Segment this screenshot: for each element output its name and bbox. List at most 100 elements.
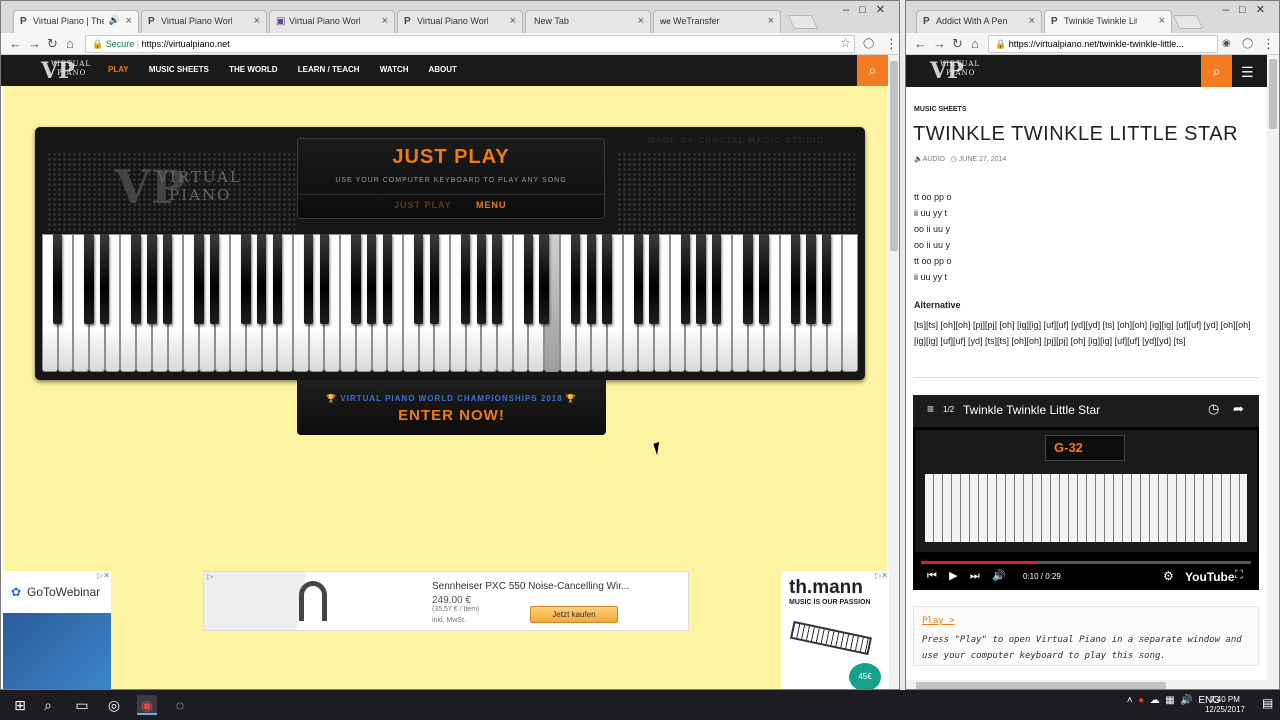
youtube-player[interactable]: ≡ 1/2 Twinkle Twinkle Little Star ◷ ➦ G-… bbox=[913, 395, 1259, 590]
black-key[interactable] bbox=[696, 234, 706, 324]
fullscreen-icon[interactable]: ⛶ bbox=[1235, 569, 1243, 582]
black-key[interactable] bbox=[570, 234, 581, 324]
ad-buy-button[interactable]: Jetzt kaufen bbox=[530, 606, 618, 623]
steam-icon[interactable]: ◎ bbox=[104, 695, 124, 715]
taskbar-clock[interactable]: 7:40 PM 12/25/2017 bbox=[1196, 695, 1254, 715]
new-tab-button[interactable] bbox=[1172, 15, 1204, 29]
black-key[interactable] bbox=[759, 234, 769, 324]
volume-icon[interactable]: 🔊 bbox=[992, 570, 1006, 582]
tab-world-champ-2[interactable]: ▣ Virtual Piano World Cha × bbox=[269, 10, 395, 33]
search-icon[interactable]: ⌕ bbox=[857, 55, 888, 86]
nav-watch[interactable]: WATCH bbox=[380, 65, 409, 74]
black-key[interactable] bbox=[712, 234, 722, 324]
playlist-icon[interactable]: ≡ bbox=[927, 402, 934, 416]
black-key[interactable] bbox=[586, 234, 596, 324]
scrollbar-thumb[interactable] bbox=[916, 682, 1166, 689]
reload-icon[interactable]: ↻ bbox=[952, 36, 963, 51]
tab-addict-with-a-pen[interactable]: P Addict With A Pen - Twe × bbox=[916, 10, 1042, 33]
play-icon[interactable]: ▶ bbox=[949, 570, 957, 582]
enter-now-link[interactable]: ENTER NOW! bbox=[297, 407, 606, 424]
virtual-piano-logo[interactable]: VP VIRTUAL PIANO bbox=[25, 58, 90, 84]
forward-arrow-icon[interactable]: → bbox=[28, 36, 41, 51]
black-key[interactable] bbox=[351, 234, 361, 324]
youtube-logo[interactable]: YouTube bbox=[1185, 570, 1235, 584]
close-tab-icon[interactable]: × bbox=[254, 15, 260, 27]
browser-menu-icon[interactable]: ⋮ bbox=[1262, 36, 1275, 51]
black-key[interactable] bbox=[680, 234, 691, 324]
white-key[interactable] bbox=[842, 234, 858, 372]
hamburger-menu-icon[interactable]: ☰ bbox=[1241, 64, 1254, 81]
start-windows-icon[interactable]: ⊞ bbox=[10, 695, 30, 715]
previous-icon[interactable]: ⏮ bbox=[927, 570, 937, 582]
obs-icon[interactable]: ◌ bbox=[170, 695, 190, 715]
nav-play[interactable]: PLAY bbox=[108, 65, 129, 74]
black-key[interactable] bbox=[821, 234, 832, 324]
black-key[interactable] bbox=[209, 234, 220, 324]
horizontal-scrollbar[interactable] bbox=[906, 680, 1267, 689]
forward-arrow-icon[interactable]: → bbox=[933, 36, 946, 51]
black-key[interactable] bbox=[256, 234, 267, 324]
tab-world-champ-3[interactable]: P Virtual Piano World Cha × bbox=[397, 10, 523, 33]
home-icon[interactable]: ⌂ bbox=[971, 36, 979, 51]
black-key[interactable] bbox=[319, 234, 330, 324]
meta-type[interactable]: AUDIO bbox=[923, 156, 945, 163]
scrollbar-thumb[interactable] bbox=[890, 61, 898, 251]
piano-keyboard[interactable] bbox=[42, 234, 858, 372]
speaker-icon[interactable]: 🔊 bbox=[1180, 695, 1192, 706]
play-link[interactable]: Play > bbox=[922, 616, 955, 626]
action-center-icon[interactable]: ▤ bbox=[1262, 696, 1273, 710]
watch-later-icon[interactable]: ◷ bbox=[1208, 401, 1219, 417]
extension-icon[interactable]: ◯ bbox=[863, 36, 874, 51]
search-icon[interactable]: ⌕ bbox=[38, 695, 58, 715]
chrome-icon[interactable]: ◉ bbox=[137, 695, 157, 715]
black-key[interactable] bbox=[743, 234, 753, 324]
just-play-button[interactable]: JUST PLAY bbox=[394, 200, 452, 210]
bookmark-star-icon[interactable]: ☆ bbox=[840, 36, 851, 50]
black-key[interactable] bbox=[539, 234, 549, 324]
next-icon[interactable]: ⏭ bbox=[970, 570, 980, 582]
page-scrollbar[interactable] bbox=[1267, 55, 1279, 689]
home-icon[interactable]: ⌂ bbox=[66, 36, 74, 51]
record-icon[interactable]: ● bbox=[1138, 695, 1144, 706]
url-field[interactable]: 🔒 Secure | https://virtualpiano.net bbox=[85, 35, 855, 53]
new-tab-button[interactable] bbox=[787, 15, 819, 29]
close-tab-icon[interactable]: × bbox=[1029, 15, 1035, 27]
tab-twinkle[interactable]: P Twinkle Twinkle Little Sta × bbox=[1044, 10, 1172, 33]
close-tab-icon[interactable]: × bbox=[126, 15, 132, 27]
close-tab-icon[interactable]: × bbox=[382, 15, 388, 27]
black-key[interactable] bbox=[429, 234, 439, 324]
black-key[interactable] bbox=[602, 234, 612, 324]
black-key[interactable] bbox=[476, 234, 487, 324]
nav-music-sheets[interactable]: MUSIC SHEETS bbox=[149, 65, 209, 74]
black-key[interactable] bbox=[413, 234, 424, 324]
black-key[interactable] bbox=[460, 234, 471, 324]
nav-the-world[interactable]: THE WORLD bbox=[229, 65, 277, 74]
back-arrow-icon[interactable]: ← bbox=[9, 36, 22, 51]
search-icon[interactable]: ⌕ bbox=[1201, 55, 1232, 87]
black-key[interactable] bbox=[84, 234, 94, 324]
page-scrollbar[interactable] bbox=[888, 55, 899, 689]
virtual-piano-logo[interactable]: VP VIRTUAL PIANO bbox=[914, 58, 979, 84]
extension-icon[interactable]: ◉ bbox=[1222, 36, 1231, 51]
black-key[interactable] bbox=[492, 234, 502, 324]
thomann-ad[interactable]: th.mann MUSIC IS OUR PASSION 45€ ▷✕ bbox=[781, 571, 889, 689]
video-frame[interactable]: G-32 bbox=[915, 430, 1257, 552]
black-key[interactable] bbox=[790, 234, 800, 324]
sennheiser-ad[interactable]: Sennheiser PXC 550 Noise-Cancelling Wir.… bbox=[203, 571, 689, 631]
black-key[interactable] bbox=[131, 234, 141, 324]
close-tab-icon[interactable]: × bbox=[768, 15, 774, 27]
close-tab-icon[interactable]: × bbox=[510, 15, 516, 27]
black-key[interactable] bbox=[304, 234, 314, 324]
black-key[interactable] bbox=[241, 234, 251, 324]
video-progress-bar[interactable] bbox=[921, 561, 1251, 564]
close-tab-icon[interactable]: × bbox=[638, 15, 644, 27]
onedrive-icon[interactable]: ☁ bbox=[1150, 695, 1160, 706]
gear-icon[interactable]: ⚙ bbox=[1163, 569, 1174, 583]
black-key[interactable] bbox=[633, 234, 643, 324]
black-key[interactable] bbox=[52, 234, 63, 324]
back-arrow-icon[interactable]: ← bbox=[914, 36, 927, 51]
black-key[interactable] bbox=[382, 234, 392, 324]
black-key[interactable] bbox=[272, 234, 283, 324]
tab-wetransfer[interactable]: we WeTransfer × bbox=[653, 10, 781, 33]
black-key[interactable] bbox=[100, 234, 110, 324]
